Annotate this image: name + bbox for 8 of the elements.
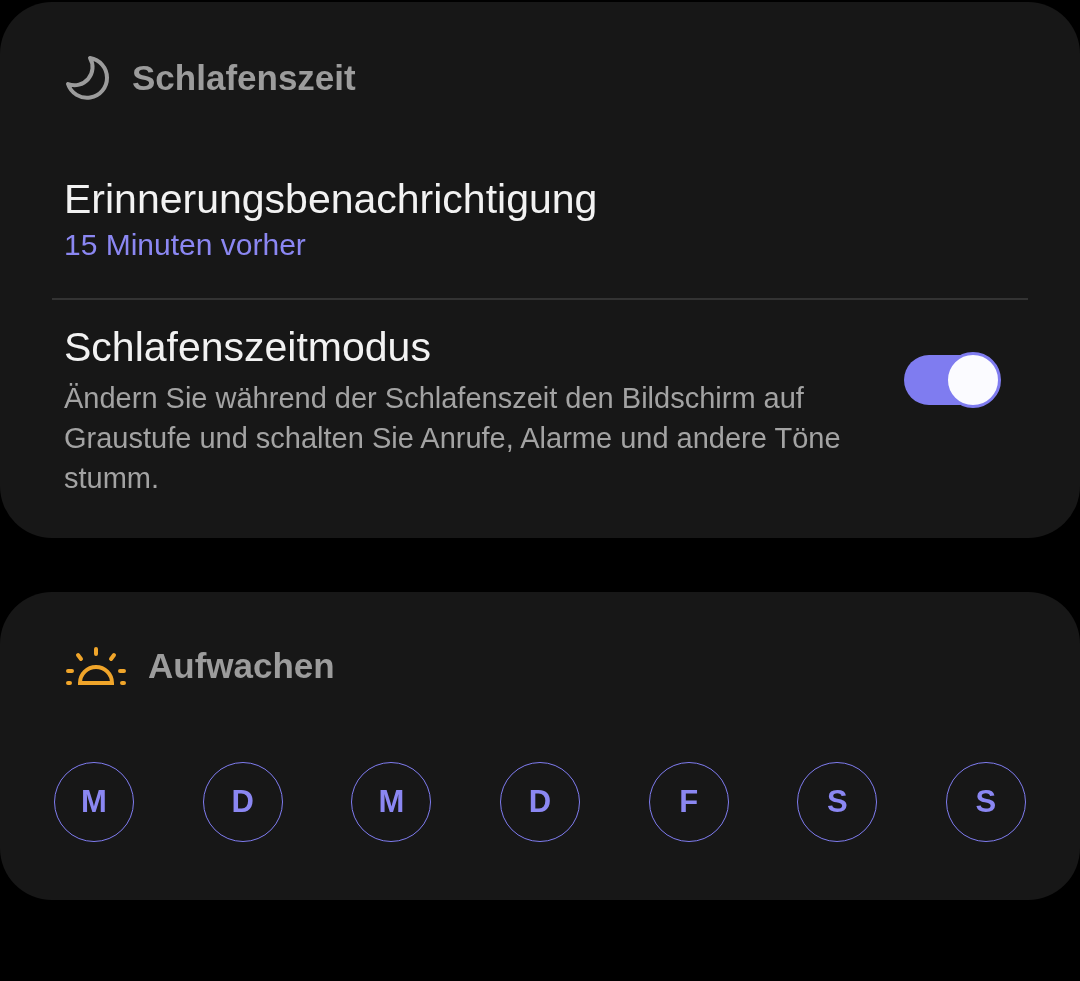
reminder-setting[interactable]: Erinnerungsbenachrichtigung 15 Minuten vorher xyxy=(52,154,1028,300)
setting-title: Schlafenszeitmodus xyxy=(64,323,432,372)
setting-title: Erinnerungsbenachrichtigung xyxy=(64,175,599,224)
setting-value: 15 Minuten vorher xyxy=(64,228,307,262)
section-title: Aufwachen xyxy=(148,646,335,686)
setting-description: Ändern Sie während der Schlafenszeit den Bildschirm auf Graustufe und schalten Sie Anrufe, Alarme und andere Töne stumm. xyxy=(64,381,842,496)
weekday-toggle[interactable]: S xyxy=(797,762,878,842)
section-title: Schlafenszeit xyxy=(132,58,356,98)
